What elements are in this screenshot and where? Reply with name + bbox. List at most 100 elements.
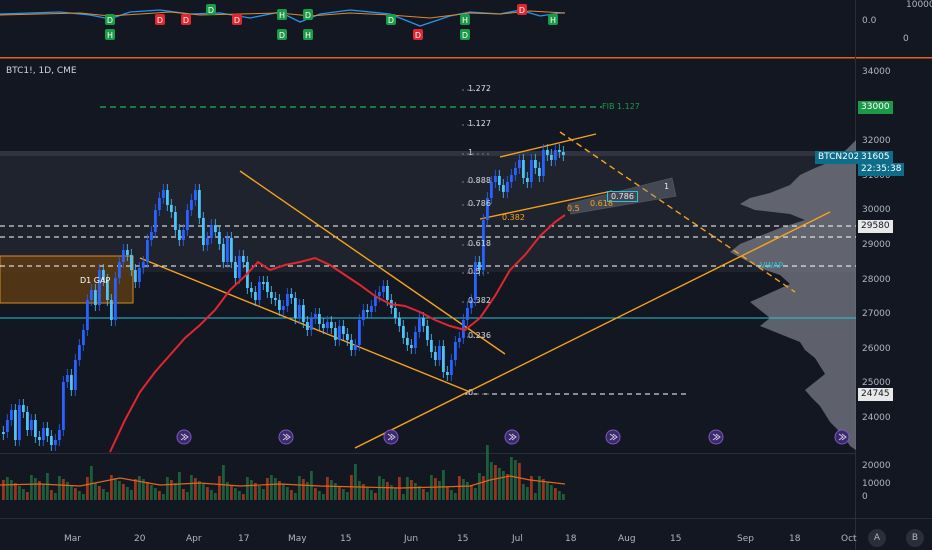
candle-body — [118, 262, 121, 278]
candle-body — [266, 282, 269, 292]
volume-bar — [358, 481, 361, 500]
candle-body — [398, 318, 401, 326]
volume-bar — [458, 476, 461, 500]
candle-body — [282, 306, 285, 310]
candle-body — [446, 372, 449, 375]
candle-body — [394, 308, 397, 318]
candle-body — [310, 318, 313, 330]
volume-bar — [34, 478, 37, 500]
volume-bar — [502, 471, 505, 500]
candle-body — [34, 420, 37, 437]
candle-body — [454, 342, 457, 360]
candle-body — [170, 205, 173, 212]
candle-body — [50, 436, 53, 445]
candle-body — [358, 320, 361, 345]
symbol-label[interactable]: BTC1!, 1D, CME — [6, 66, 77, 76]
volume-bar — [78, 491, 81, 500]
volume-bar — [86, 477, 89, 500]
candle-body — [510, 175, 513, 182]
candle-body — [526, 178, 529, 182]
candle-body — [402, 326, 405, 338]
volume-bar — [74, 488, 77, 500]
fib-level-label: 0 — [468, 388, 474, 397]
fib-box-786: 0.786 — [607, 191, 638, 202]
volume-bar — [126, 487, 129, 500]
fib-level-label: 1.127 — [468, 119, 491, 128]
volume-bar — [454, 493, 457, 500]
candle-body — [294, 298, 297, 318]
candle-body — [22, 405, 25, 412]
candle-body — [14, 410, 17, 440]
candle-body — [218, 232, 221, 244]
candle-body — [386, 286, 389, 300]
volume-bar — [10, 480, 13, 500]
volume-bar — [490, 462, 493, 500]
volume-bar — [286, 487, 289, 500]
candle-body — [198, 190, 201, 218]
replay-icon[interactable] — [834, 429, 850, 445]
candle-body — [434, 352, 437, 360]
volume-bar — [234, 488, 237, 500]
d1-gap-box[interactable] — [0, 255, 134, 304]
fib-inline-382: 0.382 — [502, 213, 525, 222]
replay-icon[interactable] — [504, 429, 520, 445]
panel-separator-top[interactable] — [0, 57, 932, 59]
fib-level-label: 1.272 — [468, 84, 491, 93]
volume-bar — [506, 474, 509, 500]
candle-body — [182, 230, 185, 240]
time-tick: 18 — [565, 534, 577, 544]
price-tag-fib: 33000 — [858, 101, 893, 114]
candle-body — [422, 318, 425, 326]
candle-body — [6, 420, 9, 432]
candle-body — [114, 278, 117, 320]
candle-body — [538, 168, 541, 176]
candle-body — [142, 262, 145, 268]
time-tick: Aug — [618, 534, 636, 544]
replay-icon[interactable] — [176, 429, 192, 445]
time-tick: 20 — [134, 534, 146, 544]
candle-body — [90, 290, 93, 300]
candle-body — [418, 318, 421, 332]
volume-bar — [402, 494, 405, 500]
volume-bar — [102, 489, 105, 500]
volume-bar — [238, 491, 241, 500]
volume-bar — [138, 476, 141, 500]
replay-icon[interactable] — [708, 429, 724, 445]
log-scale-button[interactable]: B — [906, 529, 924, 547]
volume-bar — [318, 491, 321, 500]
auto-scale-button[interactable]: A — [868, 529, 886, 547]
volume-bar — [282, 484, 285, 500]
volume-bar — [462, 479, 465, 500]
volume-axis-mid: 10000 — [862, 479, 891, 489]
candle-body — [286, 294, 289, 306]
candle-body — [542, 150, 545, 176]
volume-bar — [526, 487, 529, 500]
volume-bar — [290, 490, 293, 500]
candle-body — [302, 305, 305, 322]
volume-bar — [498, 468, 501, 500]
replay-icon[interactable] — [605, 429, 621, 445]
candle-body — [298, 305, 301, 318]
chart-canvas[interactable]: DHD DDDHDDHDDHDDH — [0, 0, 932, 550]
candle-body — [174, 212, 177, 230]
candle-body — [194, 190, 197, 200]
candle-body — [338, 326, 341, 340]
signal-marker-label: D — [519, 6, 525, 15]
indicator-axis-mid: 0.0 — [862, 16, 877, 26]
replay-icon[interactable] — [383, 429, 399, 445]
price-tick: 27000 — [862, 309, 891, 319]
signal-marker-label: D — [415, 31, 421, 40]
replay-icon[interactable] — [278, 429, 294, 445]
signal-marker-label: H — [462, 16, 468, 25]
volume-bar — [42, 484, 45, 500]
candle-body — [62, 382, 65, 430]
candle-body — [46, 428, 49, 436]
candle-body — [30, 420, 33, 430]
candle-body — [406, 338, 409, 345]
candle-body — [70, 375, 73, 390]
volume-bar — [114, 478, 117, 500]
time-tick: Sep — [737, 534, 754, 544]
fib-level-label: 0.888 — [468, 176, 491, 185]
volume-bar — [374, 493, 377, 500]
candle-body — [226, 238, 229, 262]
